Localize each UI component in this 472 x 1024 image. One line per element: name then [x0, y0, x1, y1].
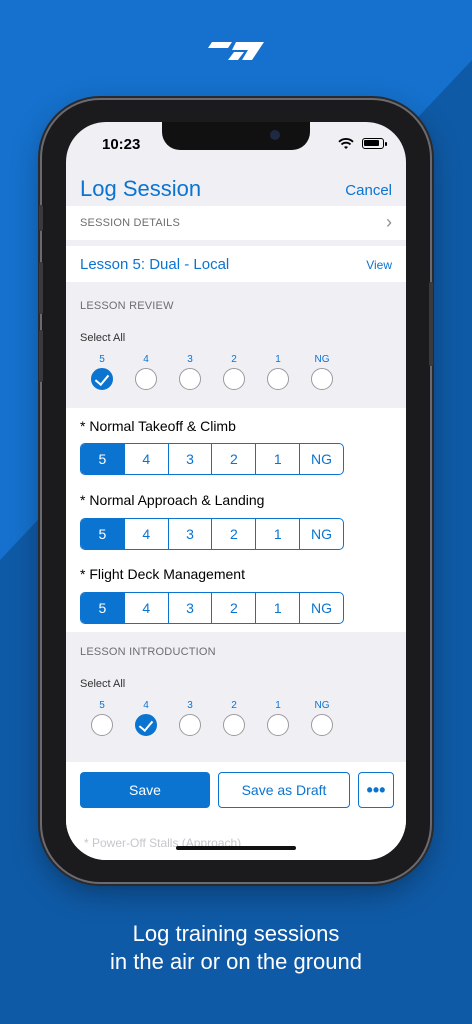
grade-segment[interactable]: 2: [211, 519, 255, 549]
radio-icon: [311, 714, 333, 736]
grade-segment[interactable]: 1: [255, 593, 299, 623]
wifi-icon: [338, 138, 354, 149]
review-item-label: * Normal Approach & Landing: [80, 492, 265, 508]
grade-option[interactable]: 3: [178, 354, 202, 390]
grade-segment[interactable]: NG: [299, 444, 343, 474]
phone-screen: 10:23 Log Session Cancel SESSION DETAILS…: [66, 122, 406, 860]
grade-option[interactable]: 5: [90, 700, 114, 736]
more-options-button[interactable]: •••: [358, 772, 394, 808]
grade-segmented-control[interactable]: 5 4 3 2 1 NG: [80, 518, 344, 550]
grade-segment[interactable]: NG: [299, 593, 343, 623]
grade-option[interactable]: 2: [222, 700, 246, 736]
status-time: 10:23: [102, 136, 141, 153]
review-item-label: * Flight Deck Management: [80, 566, 245, 582]
lesson-review-label: LESSON REVIEW: [80, 300, 174, 312]
review-select-all-row: Select All 5 4 3 2 1 NG: [66, 318, 406, 408]
grade-segment[interactable]: 2: [211, 444, 255, 474]
intro-select-all-label: Select All: [80, 678, 126, 690]
radio-icon: [267, 714, 289, 736]
grade-segment[interactable]: 4: [123, 519, 168, 549]
marketing-caption: Log training sessions in the air or on t…: [0, 920, 472, 976]
grade-segment[interactable]: 2: [211, 593, 255, 623]
volume-down-button: [39, 330, 43, 382]
grade-segment[interactable]: 4: [123, 444, 168, 474]
nav-bar: Log Session Cancel: [66, 166, 406, 206]
chevron-right-icon: ›: [386, 212, 392, 232]
brand-logo-icon: [208, 42, 264, 60]
radio-icon: [267, 368, 289, 390]
grade-segment[interactable]: 3: [167, 444, 212, 474]
grade-segment[interactable]: 5: [81, 593, 124, 623]
radio-icon: [311, 368, 333, 390]
notch: [162, 122, 310, 150]
session-details-row[interactable]: SESSION DETAILS ›: [66, 206, 406, 240]
battery-icon: [362, 138, 387, 149]
lesson-introduction-label: LESSON INTRODUCTION: [80, 646, 216, 658]
grade-option[interactable]: 3: [178, 700, 202, 736]
session-details-label: SESSION DETAILS: [80, 217, 180, 229]
save-as-draft-button[interactable]: Save as Draft: [218, 772, 350, 808]
grade-segment[interactable]: 3: [167, 593, 212, 623]
grade-segment[interactable]: 1: [255, 519, 299, 549]
home-indicator: [176, 846, 296, 850]
grade-segment[interactable]: 3: [167, 519, 212, 549]
volume-up-button: [39, 262, 43, 314]
review-select-all-label: Select All: [80, 332, 126, 344]
radio-selected-icon: [135, 714, 157, 736]
grade-option[interactable]: NG: [310, 700, 334, 736]
radio-icon: [179, 714, 201, 736]
mute-switch: [39, 205, 43, 231]
grade-option[interactable]: 1: [266, 354, 290, 390]
intro-select-all-grades: 5 4 3 2 1 NG: [90, 700, 333, 740]
lesson-row: Lesson 5: Dual - Local View: [66, 246, 406, 282]
grade-segmented-control[interactable]: 5 4 3 2 1 NG: [80, 443, 344, 475]
caption-line-2: in the air or on the ground: [110, 949, 362, 974]
intro-select-all-row: Select All 5 4 3 2 1 NG: [66, 664, 406, 754]
lesson-title: Lesson 5: Dual - Local: [80, 256, 230, 273]
grade-segment[interactable]: 1: [255, 444, 299, 474]
radio-icon: [179, 368, 201, 390]
radio-icon: [135, 368, 157, 390]
grade-option[interactable]: 4: [134, 354, 158, 390]
grade-segmented-control[interactable]: 5 4 3 2 1 NG: [80, 592, 344, 624]
review-select-all-grades: 5 4 3 2 1 NG: [90, 354, 333, 394]
grade-option[interactable]: NG: [310, 354, 334, 390]
review-item-label: * Normal Takeoff & Climb: [80, 418, 236, 434]
grade-option[interactable]: 5: [90, 354, 114, 390]
radio-selected-icon: [91, 368, 113, 390]
review-items: * Normal Takeoff & Climb 5 4 3 2 1 NG * …: [66, 408, 406, 632]
grade-segment[interactable]: NG: [299, 519, 343, 549]
grade-segment[interactable]: 5: [81, 444, 124, 474]
camera: [270, 130, 280, 140]
grade-segment[interactable]: 4: [123, 593, 168, 623]
grade-option[interactable]: 4: [134, 700, 158, 736]
save-button[interactable]: Save: [80, 772, 210, 808]
grade-segment[interactable]: 5: [81, 519, 124, 549]
grade-option[interactable]: 2: [222, 354, 246, 390]
cancel-button[interactable]: Cancel: [345, 182, 392, 199]
page-title: Log Session: [80, 176, 202, 201]
caption-line-1: Log training sessions: [132, 921, 340, 946]
radio-icon: [223, 714, 245, 736]
radio-icon: [91, 714, 113, 736]
power-button: [429, 282, 433, 366]
radio-icon: [223, 368, 245, 390]
view-lesson-link[interactable]: View: [366, 258, 392, 272]
grade-option[interactable]: 1: [266, 700, 290, 736]
